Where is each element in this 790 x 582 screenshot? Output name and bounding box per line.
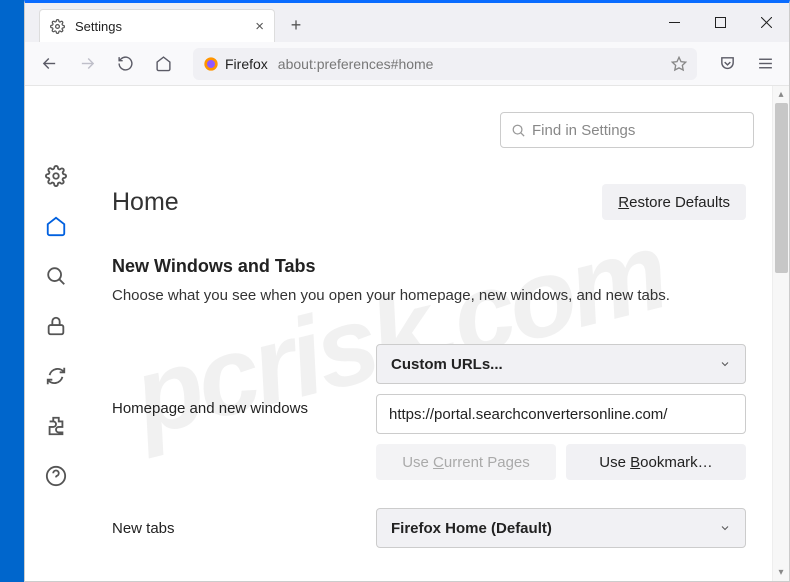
homepage-row: Homepage and new windows Custom URLs... …	[112, 344, 746, 480]
gear-icon	[50, 19, 65, 34]
bookmark-star-icon[interactable]	[671, 56, 687, 72]
scroll-down-arrow[interactable]: ▾	[773, 564, 789, 581]
sidebar-item-privacy[interactable]	[44, 314, 68, 338]
maximize-button[interactable]	[697, 3, 743, 42]
use-bookmark-button[interactable]: Use Bookmark…	[566, 444, 746, 480]
identity-box: Firefox	[203, 56, 268, 72]
sidebar-item-general[interactable]	[44, 164, 68, 188]
select-value: Firefox Home (Default)	[391, 520, 552, 537]
scroll-thumb[interactable]	[775, 103, 788, 273]
scroll-up-arrow[interactable]: ▴	[773, 86, 789, 103]
reload-button[interactable]	[109, 48, 141, 80]
new-tab-button[interactable]: +	[281, 9, 311, 42]
page-header: Home Restore Defaults	[112, 184, 746, 220]
content-area: pcrisk.com Find in Settings Home Restore…	[25, 86, 789, 581]
sidebar-item-search[interactable]	[44, 264, 68, 288]
sidebar-item-home[interactable]	[44, 214, 68, 238]
back-button[interactable]	[33, 48, 65, 80]
sidebar-item-sync[interactable]	[44, 364, 68, 388]
main: pcrisk.com Find in Settings Home Restore…	[25, 86, 772, 581]
homepage-label: Homepage and new windows	[112, 344, 356, 417]
find-in-settings[interactable]: Find in Settings	[500, 112, 754, 148]
settings-page: Find in Settings Home Restore Defaults N…	[86, 86, 772, 581]
section-description: Choose what you see when you open your h…	[112, 287, 746, 304]
menu-button[interactable]	[749, 48, 781, 80]
browser-window: Settings × + Firefox about:preferences#h…	[24, 0, 790, 582]
homepage-url-input[interactable]	[376, 394, 746, 434]
titlebar: Settings × +	[25, 3, 789, 42]
settings-sidebar	[25, 86, 86, 581]
firefox-icon	[203, 56, 219, 72]
identity-label: Firefox	[225, 56, 268, 72]
sidebar-item-help[interactable]	[44, 464, 68, 488]
pocket-button[interactable]	[711, 48, 743, 80]
search-icon	[511, 123, 526, 138]
close-tab-icon[interactable]: ×	[255, 19, 264, 34]
tab-bar: Settings × +	[25, 3, 651, 42]
chevron-down-icon	[719, 522, 731, 534]
minimize-button[interactable]	[651, 3, 697, 42]
vertical-scrollbar[interactable]: ▴ ▾	[772, 86, 789, 581]
page-title: Home	[112, 188, 179, 217]
newtabs-row: New tabs Firefox Home (Default)	[112, 508, 746, 548]
tab-title: Settings	[75, 19, 122, 34]
toolbar: Firefox about:preferences#home	[25, 42, 789, 86]
browser-tab[interactable]: Settings ×	[39, 9, 275, 42]
select-value: Custom URLs...	[391, 356, 503, 373]
chevron-down-icon	[719, 358, 731, 370]
window-controls	[651, 3, 789, 42]
url-bar[interactable]: Firefox about:preferences#home	[193, 48, 697, 80]
close-window-button[interactable]	[743, 3, 789, 42]
search-placeholder: Find in Settings	[532, 122, 635, 139]
forward-button[interactable]	[71, 48, 103, 80]
use-current-pages-button[interactable]: Use Current Pages	[376, 444, 556, 480]
homepage-mode-select[interactable]: Custom URLs...	[376, 344, 746, 384]
newtabs-label: New tabs	[112, 520, 356, 537]
restore-defaults-button[interactable]: Restore Defaults	[602, 184, 746, 220]
url-text: about:preferences#home	[278, 56, 434, 72]
sidebar-item-extensions[interactable]	[44, 414, 68, 438]
homepage-button-row: Use Current Pages Use Bookmark…	[376, 444, 746, 480]
home-button[interactable]	[147, 48, 179, 80]
newtabs-select[interactable]: Firefox Home (Default)	[376, 508, 746, 548]
section-heading: New Windows and Tabs	[112, 256, 746, 277]
